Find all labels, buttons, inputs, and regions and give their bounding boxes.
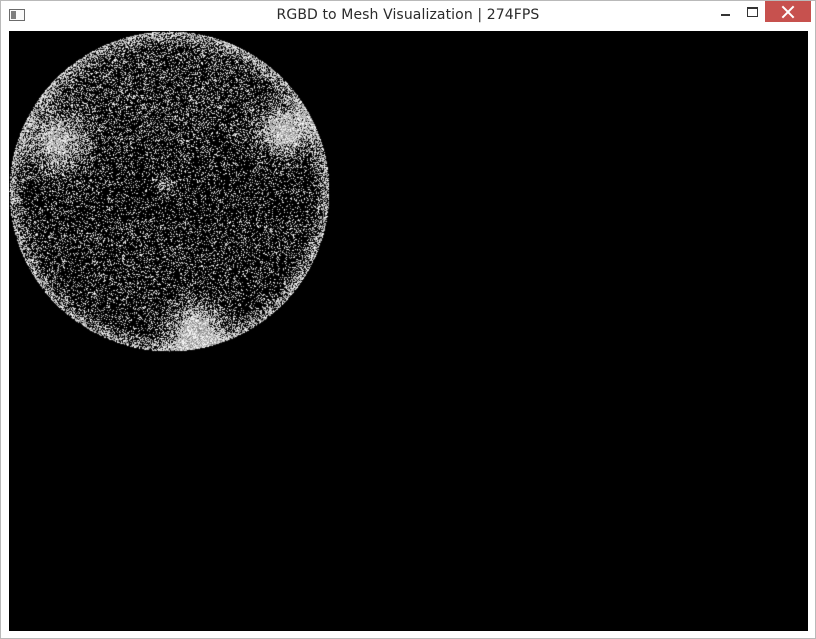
- close-button[interactable]: [765, 1, 811, 22]
- app-window: RGBD to Mesh Visualization | 274FPS: [0, 0, 816, 639]
- maximize-button[interactable]: [739, 1, 765, 23]
- minimize-button[interactable]: [711, 1, 739, 23]
- maximize-icon: [746, 7, 758, 17]
- close-icon: [781, 5, 795, 19]
- point-cloud-sphere: [9, 31, 808, 631]
- title-bar[interactable]: RGBD to Mesh Visualization | 274FPS: [1, 1, 815, 31]
- minimize-icon: [720, 14, 730, 16]
- window-title: RGBD to Mesh Visualization | 274FPS: [276, 7, 540, 23]
- render-viewport[interactable]: [9, 31, 808, 631]
